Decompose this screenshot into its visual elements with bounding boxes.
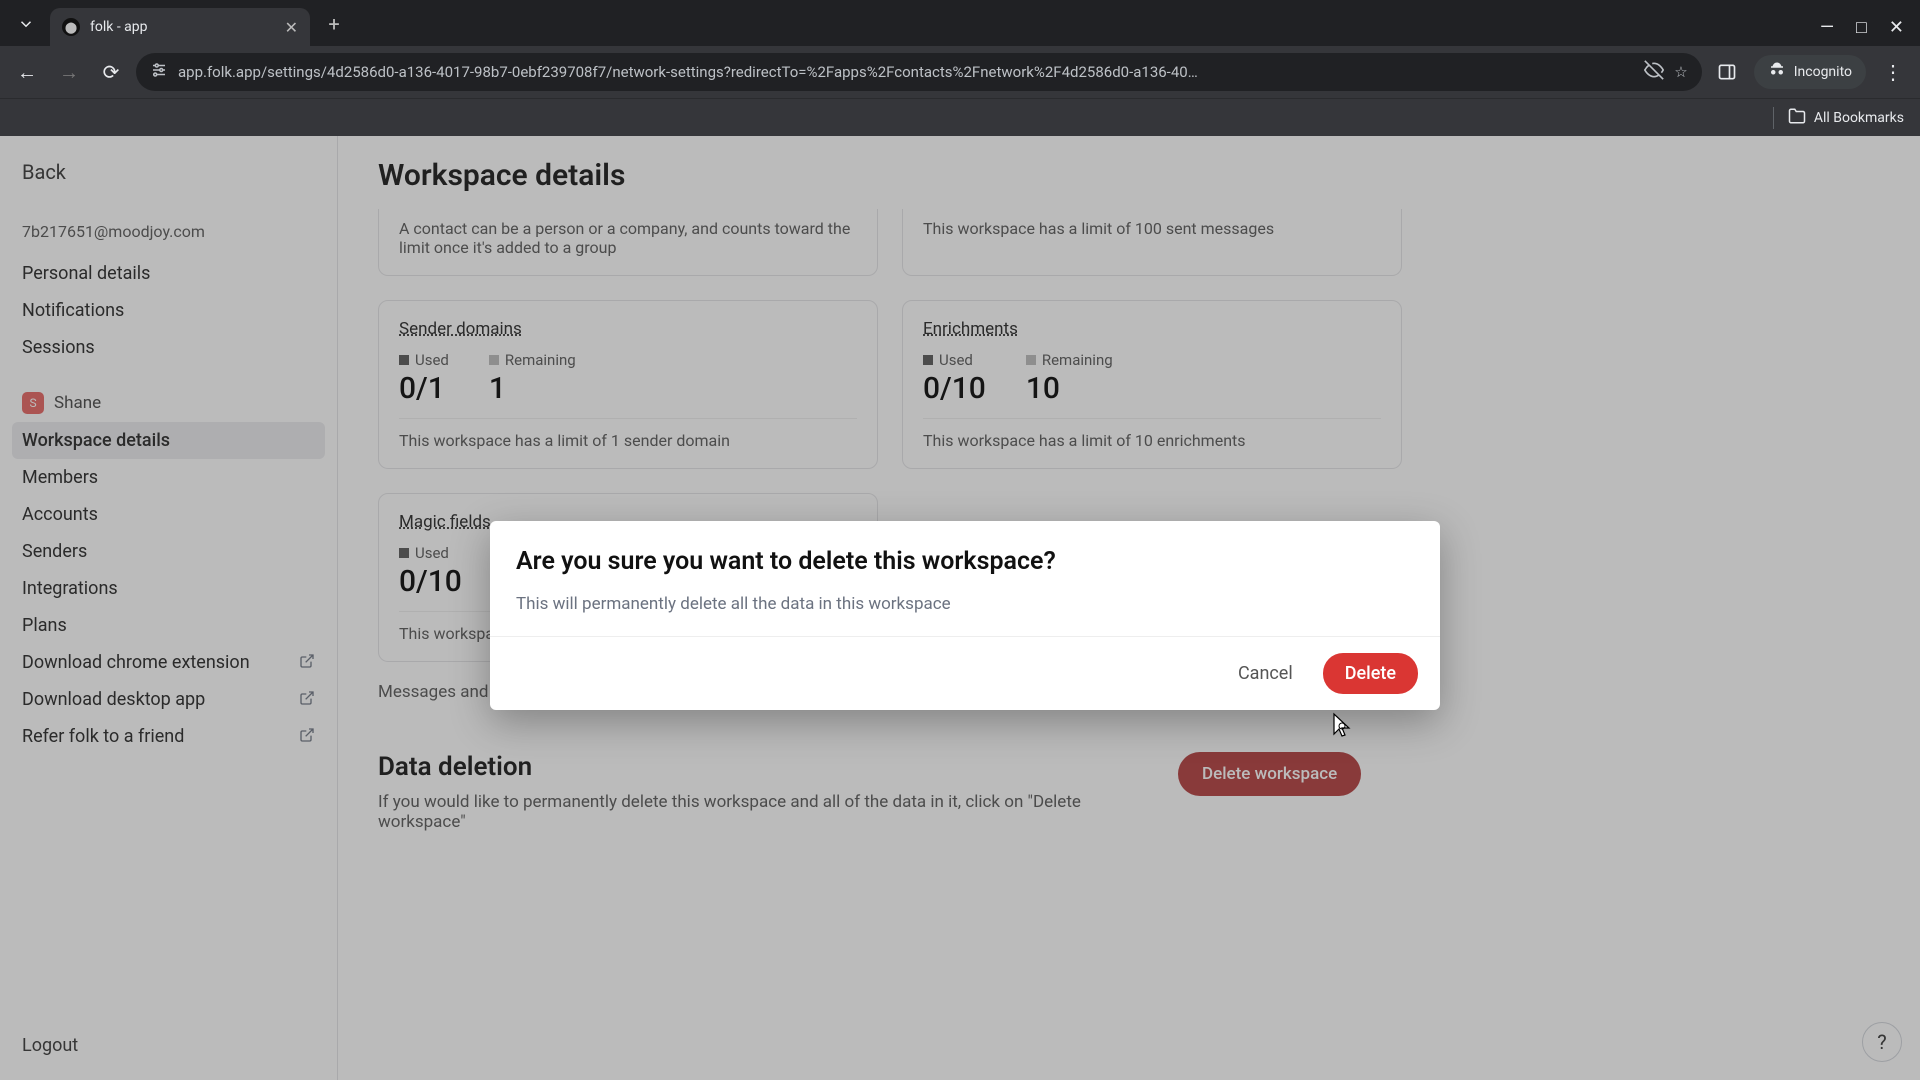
app-root: Back 7b217651@moodjoy.com Personal detai… — [0, 136, 1920, 1080]
browser-menu-icon[interactable]: ⋮ — [1876, 55, 1910, 89]
delete-confirm-modal: Are you sure you want to delete this wor… — [490, 521, 1440, 710]
minimize-icon[interactable]: — — [1820, 17, 1834, 38]
eye-off-icon[interactable] — [1644, 60, 1664, 84]
browser-tab[interactable]: ⬤ folk - app ✕ — [50, 8, 310, 46]
modal-title: Are you sure you want to delete this wor… — [516, 547, 1414, 576]
incognito-indicator[interactable]: Incognito — [1754, 55, 1866, 89]
folder-icon — [1788, 107, 1806, 129]
modal-desc: This will permanently delete all the dat… — [516, 594, 1414, 614]
tab-close-icon[interactable]: ✕ — [285, 18, 298, 37]
tab-title: folk - app — [90, 19, 275, 35]
back-button[interactable]: ← — [10, 55, 44, 89]
new-tab-button[interactable]: + — [316, 6, 352, 42]
bookmark-star-icon[interactable]: ☆ — [1674, 63, 1687, 81]
window-controls: — □ ✕ — [1820, 17, 1920, 38]
address-bar[interactable]: app.folk.app/settings/4d2586d0-a136-4017… — [136, 53, 1702, 91]
all-bookmarks-button[interactable]: All Bookmarks — [1788, 107, 1904, 129]
tab-strip: ⬤ folk - app ✕ + — □ ✕ — [0, 0, 1920, 46]
close-window-icon[interactable]: ✕ — [1889, 17, 1904, 38]
bookmarks-bar: All Bookmarks — [0, 98, 1920, 136]
url-text: app.folk.app/settings/4d2586d0-a136-4017… — [178, 63, 1634, 81]
all-bookmarks-label: All Bookmarks — [1814, 110, 1904, 126]
side-panel-icon[interactable] — [1710, 55, 1744, 89]
incognito-icon — [1768, 61, 1786, 83]
incognito-label: Incognito — [1794, 64, 1852, 80]
tab-search-button[interactable] — [8, 6, 44, 42]
browser-chrome: ⬤ folk - app ✕ + — □ ✕ ← → ⟳ app.folk.ap… — [0, 0, 1920, 136]
forward-button[interactable]: → — [52, 55, 86, 89]
reload-button[interactable]: ⟳ — [94, 55, 128, 89]
tab-favicon: ⬤ — [62, 18, 80, 36]
maximize-icon[interactable]: □ — [1856, 17, 1867, 38]
bookmarks-separator — [1773, 107, 1774, 129]
browser-toolbar: ← → ⟳ app.folk.app/settings/4d2586d0-a13… — [0, 46, 1920, 98]
cancel-button[interactable]: Cancel — [1226, 655, 1305, 692]
site-settings-icon[interactable] — [150, 61, 168, 83]
delete-button[interactable]: Delete — [1323, 653, 1418, 694]
